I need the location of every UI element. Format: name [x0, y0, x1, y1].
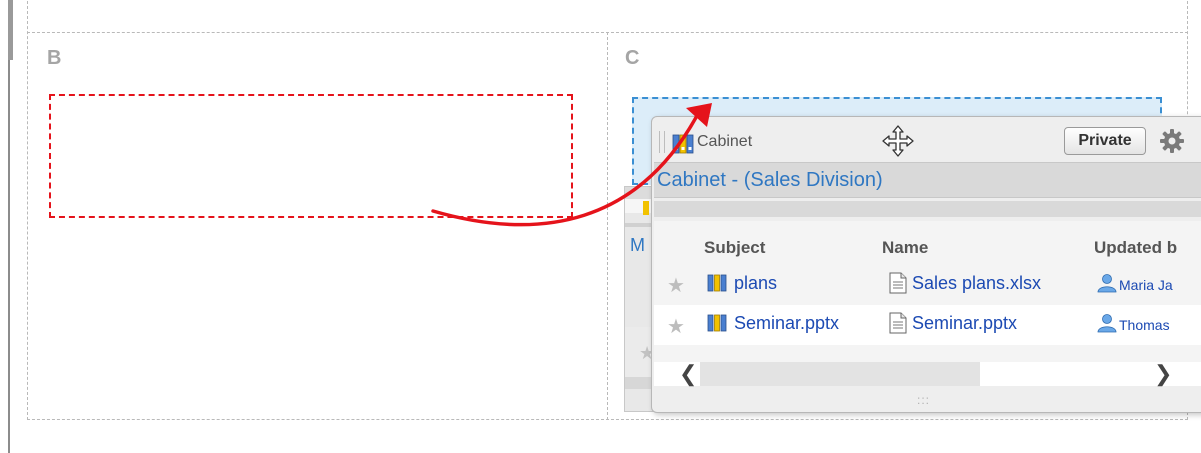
- portlet-header[interactable]: Cabinet Private: [652, 117, 1201, 163]
- file-name-link[interactable]: Sales plans.xlsx: [912, 273, 1041, 294]
- vertical-scrollbar-thumb[interactable]: [8, 0, 13, 60]
- background-portlet-title[interactable]: M: [630, 235, 645, 256]
- gear-icon[interactable]: [1159, 128, 1185, 154]
- subject-link[interactable]: plans: [734, 273, 777, 294]
- source-placeholder: [49, 94, 573, 218]
- cabinet-icon: [707, 274, 727, 292]
- file-name-link[interactable]: Seminar.pptx: [912, 313, 1017, 334]
- private-button[interactable]: Private: [1064, 127, 1146, 155]
- scroll-right-icon[interactable]: ❯: [1154, 362, 1172, 386]
- column-header-subject[interactable]: Subject: [704, 238, 765, 258]
- scroll-left-icon[interactable]: ❮: [679, 362, 697, 386]
- table-row[interactable]: ★ plans Sales plans.xlsx Maria Ja: [654, 265, 1201, 305]
- star-icon[interactable]: ★: [667, 273, 685, 298]
- document-icon: [889, 272, 907, 294]
- portlet-title: Cabinet: [697, 133, 753, 150]
- cabinet-heading-bar: Cabinet - (Sales Division): [654, 162, 1201, 198]
- cabinet-icon: [707, 314, 727, 332]
- updated-by-link[interactable]: Maria Ja: [1119, 277, 1173, 293]
- layout-column-divider: [607, 32, 608, 420]
- star-icon[interactable]: ★: [667, 314, 685, 339]
- column-header-name[interactable]: Name: [882, 238, 928, 258]
- cabinet-portlet[interactable]: Cabinet Private Cabinet - (Sales Divisio…: [651, 116, 1201, 413]
- column-c-label: C: [625, 47, 640, 69]
- column-header-updated-by[interactable]: Updated b: [1094, 238, 1177, 258]
- move-cursor-icon: [882, 125, 914, 157]
- user-icon: [1097, 314, 1117, 333]
- scrollbar-thumb[interactable]: [700, 362, 980, 386]
- cabinet-icon: [672, 134, 694, 154]
- table-row[interactable]: ★ Seminar.pptx Seminar.pptx Thomas: [654, 305, 1201, 345]
- drag-handle-icon[interactable]: [659, 131, 665, 153]
- resize-grip-icon[interactable]: :::: [917, 393, 930, 407]
- horizontal-scrollbar[interactable]: ❮ ❯: [654, 362, 1201, 386]
- updated-by-link[interactable]: Thomas: [1119, 317, 1170, 333]
- portlet-toolbar: [654, 201, 1201, 217]
- document-icon: [889, 312, 907, 334]
- file-table: Subject Name Updated b ★ plans Sales pla…: [654, 221, 1201, 379]
- user-icon: [1097, 274, 1117, 293]
- column-b-label: B: [47, 47, 62, 69]
- cabinet-heading-link[interactable]: Cabinet - (Sales Division): [657, 169, 883, 192]
- subject-link[interactable]: Seminar.pptx: [734, 313, 839, 334]
